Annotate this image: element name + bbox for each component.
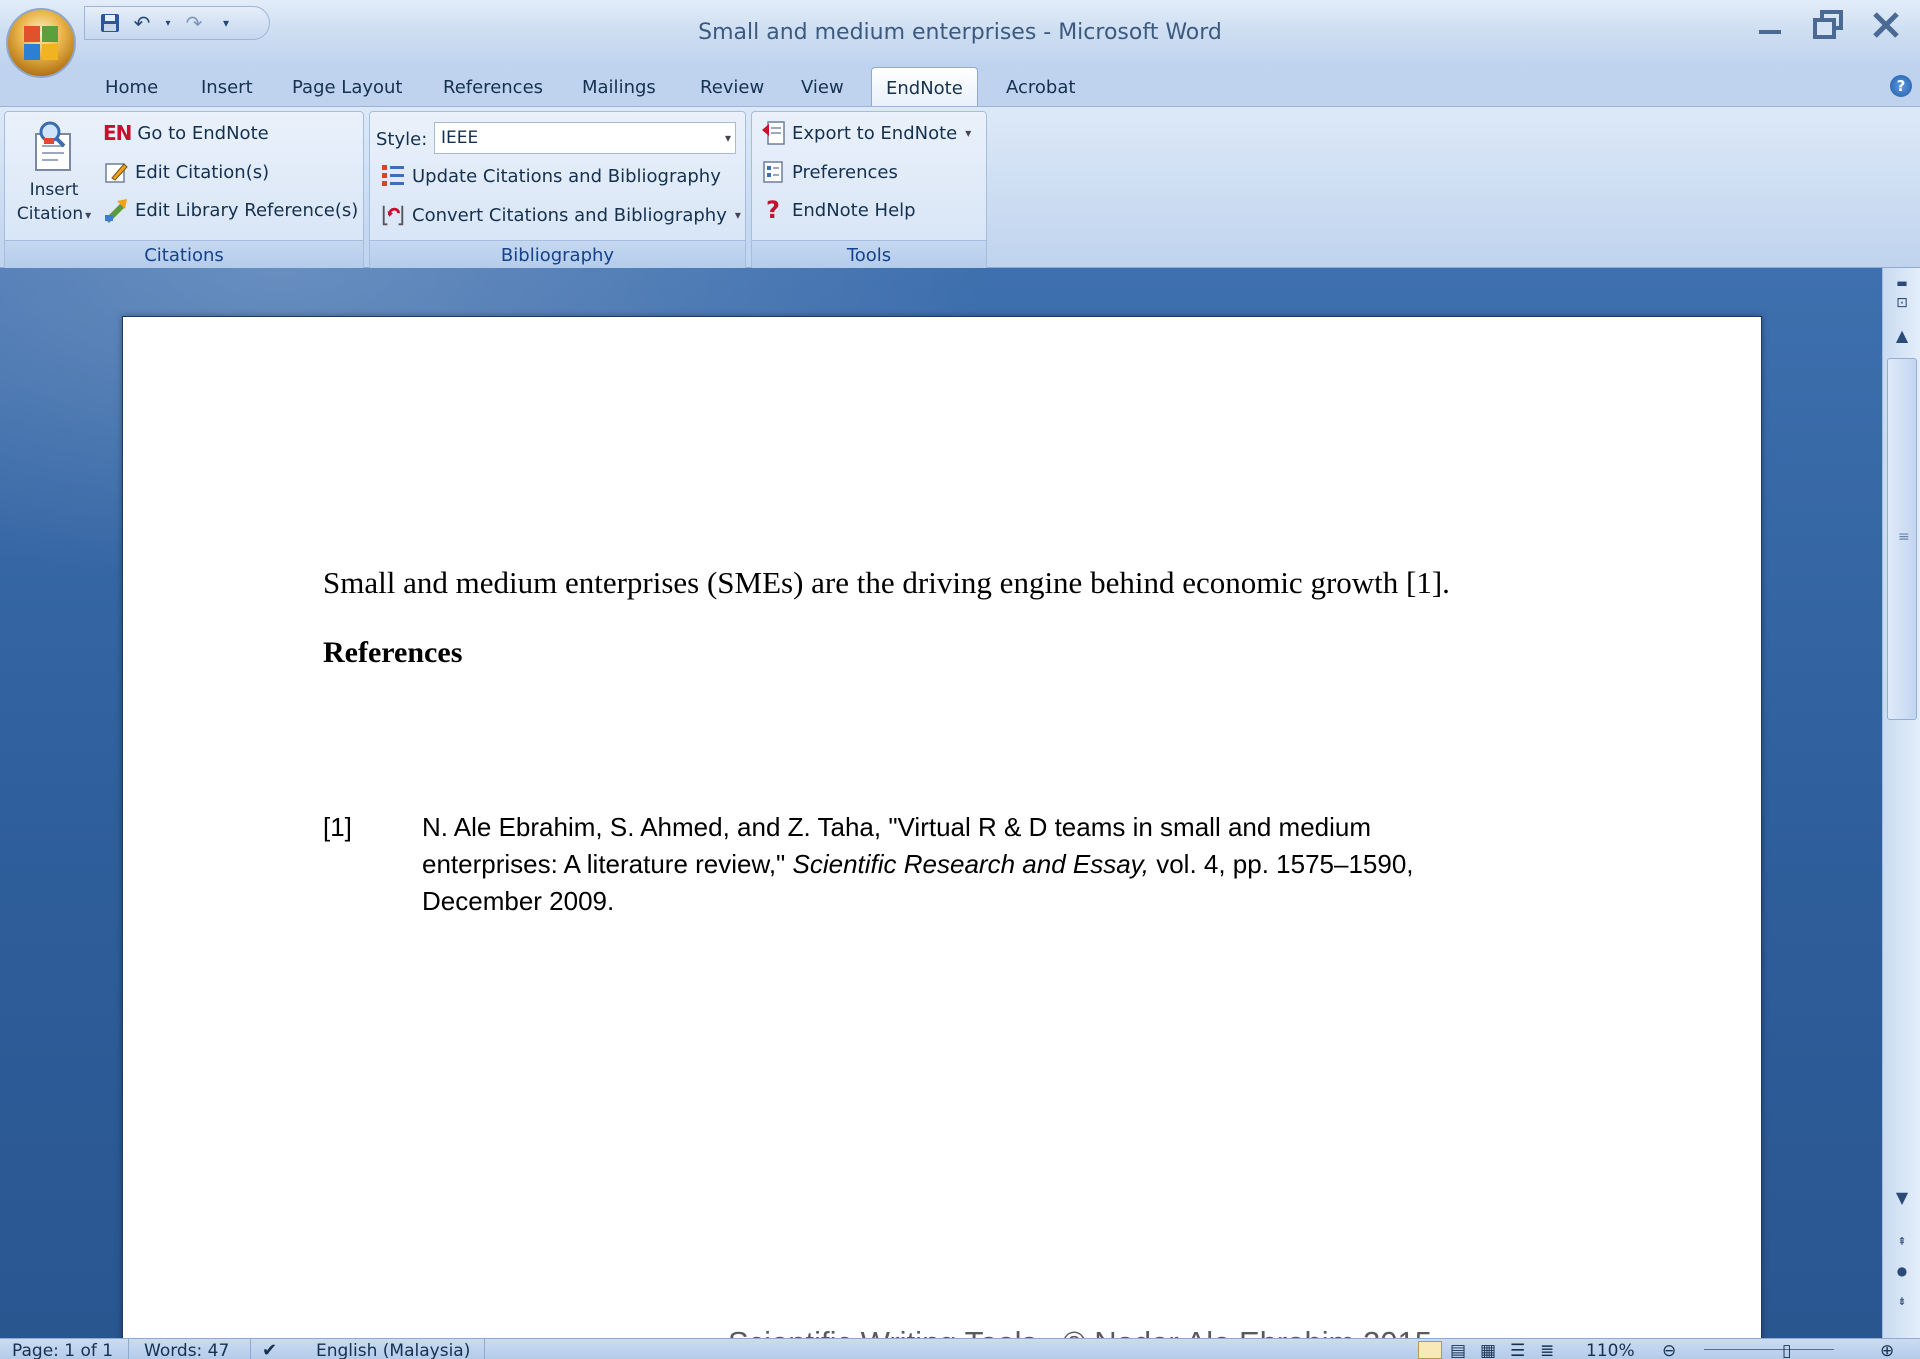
tools-group-label: Tools	[752, 240, 986, 270]
outline-view-icon[interactable]: ☰	[1510, 1341, 1525, 1359]
separator	[128, 1339, 129, 1359]
insert-citation-label-2: Citation	[16, 204, 84, 224]
preferences-label: Preferences	[792, 161, 898, 183]
reference-text: N. Ale Ebrahim, S. Ahmed, and Z. Taha, "…	[422, 809, 1502, 920]
edit-citations-label: Edit Citation(s)	[135, 161, 270, 183]
ribbon-tabs: Home Insert Page Layout References Maili…	[0, 66, 1920, 109]
tab-home[interactable]: Home	[105, 74, 158, 102]
style-value: IEEE	[441, 128, 479, 148]
tab-view[interactable]: View	[801, 74, 844, 102]
tab-page-layout[interactable]: Page Layout	[292, 74, 403, 102]
restore-button[interactable]	[1808, 7, 1848, 43]
status-bar: Page: 1 of 1 Words: 47 ✔ English (Malays…	[0, 1338, 1920, 1359]
convert-bibliography-icon	[380, 202, 406, 228]
zoom-slider[interactable]	[1704, 1349, 1834, 1350]
endnote-en-icon: EN	[103, 121, 132, 145]
insert-citation-label-1: Insert	[29, 180, 79, 200]
close-button[interactable]	[1866, 7, 1906, 43]
insert-citation-button[interactable]: Insert Citation ▾	[13, 120, 95, 227]
zoom-in-icon[interactable]: ⊕	[1880, 1341, 1894, 1359]
body-paragraph[interactable]: Small and medium enterprises (SMEs) are …	[323, 565, 1450, 601]
title-bar: ↶ ▾ ↷ ▾ Small and medium enterprises - M…	[0, 0, 1920, 66]
separator	[484, 1339, 485, 1359]
export-label: Export to EndNote	[792, 122, 958, 144]
go-to-endnote-button[interactable]: EN Go to EndNote	[103, 116, 269, 150]
tab-references[interactable]: References	[443, 74, 543, 102]
draft-view-icon[interactable]: ≣	[1540, 1341, 1554, 1359]
citations-group-label: Citations	[5, 240, 363, 270]
slide-footer: Scientific Writing Tools © Nader Ale Ebr…	[728, 1325, 1432, 1338]
update-bibliography-icon	[380, 163, 406, 189]
tools-group: Export to EndNote ▾ Preferences ? EndNot…	[751, 111, 987, 271]
convert-citations-button[interactable]: Convert Citations and Bibliography ▾	[380, 198, 741, 232]
chevron-down-icon: ▾	[85, 208, 92, 222]
convert-citations-label: Convert Citations and Bibliography	[412, 204, 727, 226]
window-title: Small and medium enterprises - Microsoft…	[698, 20, 1222, 45]
go-to-endnote-label: Go to EndNote	[137, 122, 269, 144]
preferences-icon	[760, 159, 786, 185]
vertical-scrollbar[interactable]: ▬ ⊡ ▲ ≡ ▼ ⇞ ● ⇟	[1882, 268, 1920, 1338]
edit-library-reference-button[interactable]: Edit Library Reference(s)	[103, 193, 358, 227]
ribbon: Insert Citation ▾ EN Go to EndNote Edit C…	[0, 106, 1920, 271]
tab-mailings[interactable]: Mailings	[582, 74, 656, 102]
export-icon	[760, 120, 786, 146]
tab-endnote[interactable]: EndNote	[871, 67, 978, 109]
web-layout-view-icon[interactable]: ▦	[1480, 1341, 1496, 1359]
edit-citation-icon	[103, 159, 129, 185]
language-indicator[interactable]: English (Malaysia)	[316, 1341, 470, 1359]
select-browse-object-icon[interactable]: ●	[1888, 1258, 1916, 1284]
help-icon[interactable]: ?	[1890, 75, 1912, 97]
previous-page-icon[interactable]: ⇞	[1888, 1228, 1916, 1254]
bibliography-group-label: Bibliography	[370, 240, 745, 270]
edit-citations-button[interactable]: Edit Citation(s)	[103, 155, 269, 189]
office-button[interactable]	[6, 8, 76, 78]
update-citations-button[interactable]: Update Citations and Bibliography	[380, 159, 721, 193]
proofing-icon[interactable]: ✔	[262, 1341, 277, 1359]
separator	[250, 1339, 251, 1359]
document-page[interactable]: Small and medium enterprises (SMEs) are …	[122, 316, 1762, 1338]
print-layout-view-icon[interactable]	[1418, 1341, 1442, 1359]
grip-icon: ≡	[1898, 529, 1910, 545]
style-dropdown[interactable]: IEEE ▾	[434, 122, 736, 154]
next-page-icon[interactable]: ⇟	[1888, 1288, 1916, 1314]
zoom-level[interactable]: 110%	[1586, 1341, 1635, 1359]
reference-number: [1]	[323, 812, 352, 842]
window-controls	[1750, 0, 1920, 50]
view-ruler-icon[interactable]: ⊡	[1888, 290, 1916, 316]
scroll-down-arrow-icon[interactable]: ▼	[1888, 1184, 1916, 1210]
style-label: Style:	[376, 128, 428, 150]
update-citations-label: Update Citations and Bibliography	[412, 165, 721, 187]
chevron-down-icon: ▾	[965, 126, 972, 140]
preferences-button[interactable]: Preferences	[760, 155, 898, 189]
office-logo-icon	[24, 26, 58, 60]
tab-acrobat[interactable]: Acrobat	[1006, 74, 1075, 102]
word-count[interactable]: Words: 47	[144, 1341, 229, 1359]
minimize-button[interactable]	[1750, 7, 1790, 43]
tab-insert[interactable]: Insert	[201, 74, 253, 102]
endnote-help-label: EndNote Help	[792, 199, 916, 221]
zoom-out-icon[interactable]: ⊖	[1662, 1341, 1676, 1359]
help-question-icon: ?	[766, 196, 780, 224]
references-heading[interactable]: References	[323, 636, 462, 670]
tab-review[interactable]: Review	[700, 74, 764, 102]
chevron-down-icon: ▾	[724, 131, 731, 145]
citations-group: Insert Citation ▾ EN Go to EndNote Edit C…	[4, 111, 364, 271]
page-count[interactable]: Page: 1 of 1	[12, 1341, 113, 1359]
scrollbar-thumb[interactable]: ≡	[1887, 358, 1917, 720]
edit-library-icon	[103, 197, 129, 223]
endnote-help-button[interactable]: ? EndNote Help	[760, 193, 916, 227]
zoom-slider-thumb[interactable]: ▯	[1782, 1341, 1791, 1359]
full-screen-reading-view-icon[interactable]: ▤	[1450, 1341, 1466, 1359]
chevron-down-icon: ▾	[734, 208, 741, 222]
scroll-up-arrow-icon[interactable]: ▲	[1888, 322, 1916, 348]
export-to-endnote-button[interactable]: Export to EndNote ▾	[760, 116, 971, 150]
document-area: Small and medium enterprises (SMEs) are …	[0, 268, 1882, 1338]
reference-journal: Scientific Research and Essay,	[792, 849, 1149, 879]
bibliography-group: Style: IEEE ▾ Update Citations and Bibli…	[369, 111, 746, 271]
insert-citation-icon	[32, 120, 76, 172]
edit-library-reference-label: Edit Library Reference(s)	[135, 199, 359, 221]
